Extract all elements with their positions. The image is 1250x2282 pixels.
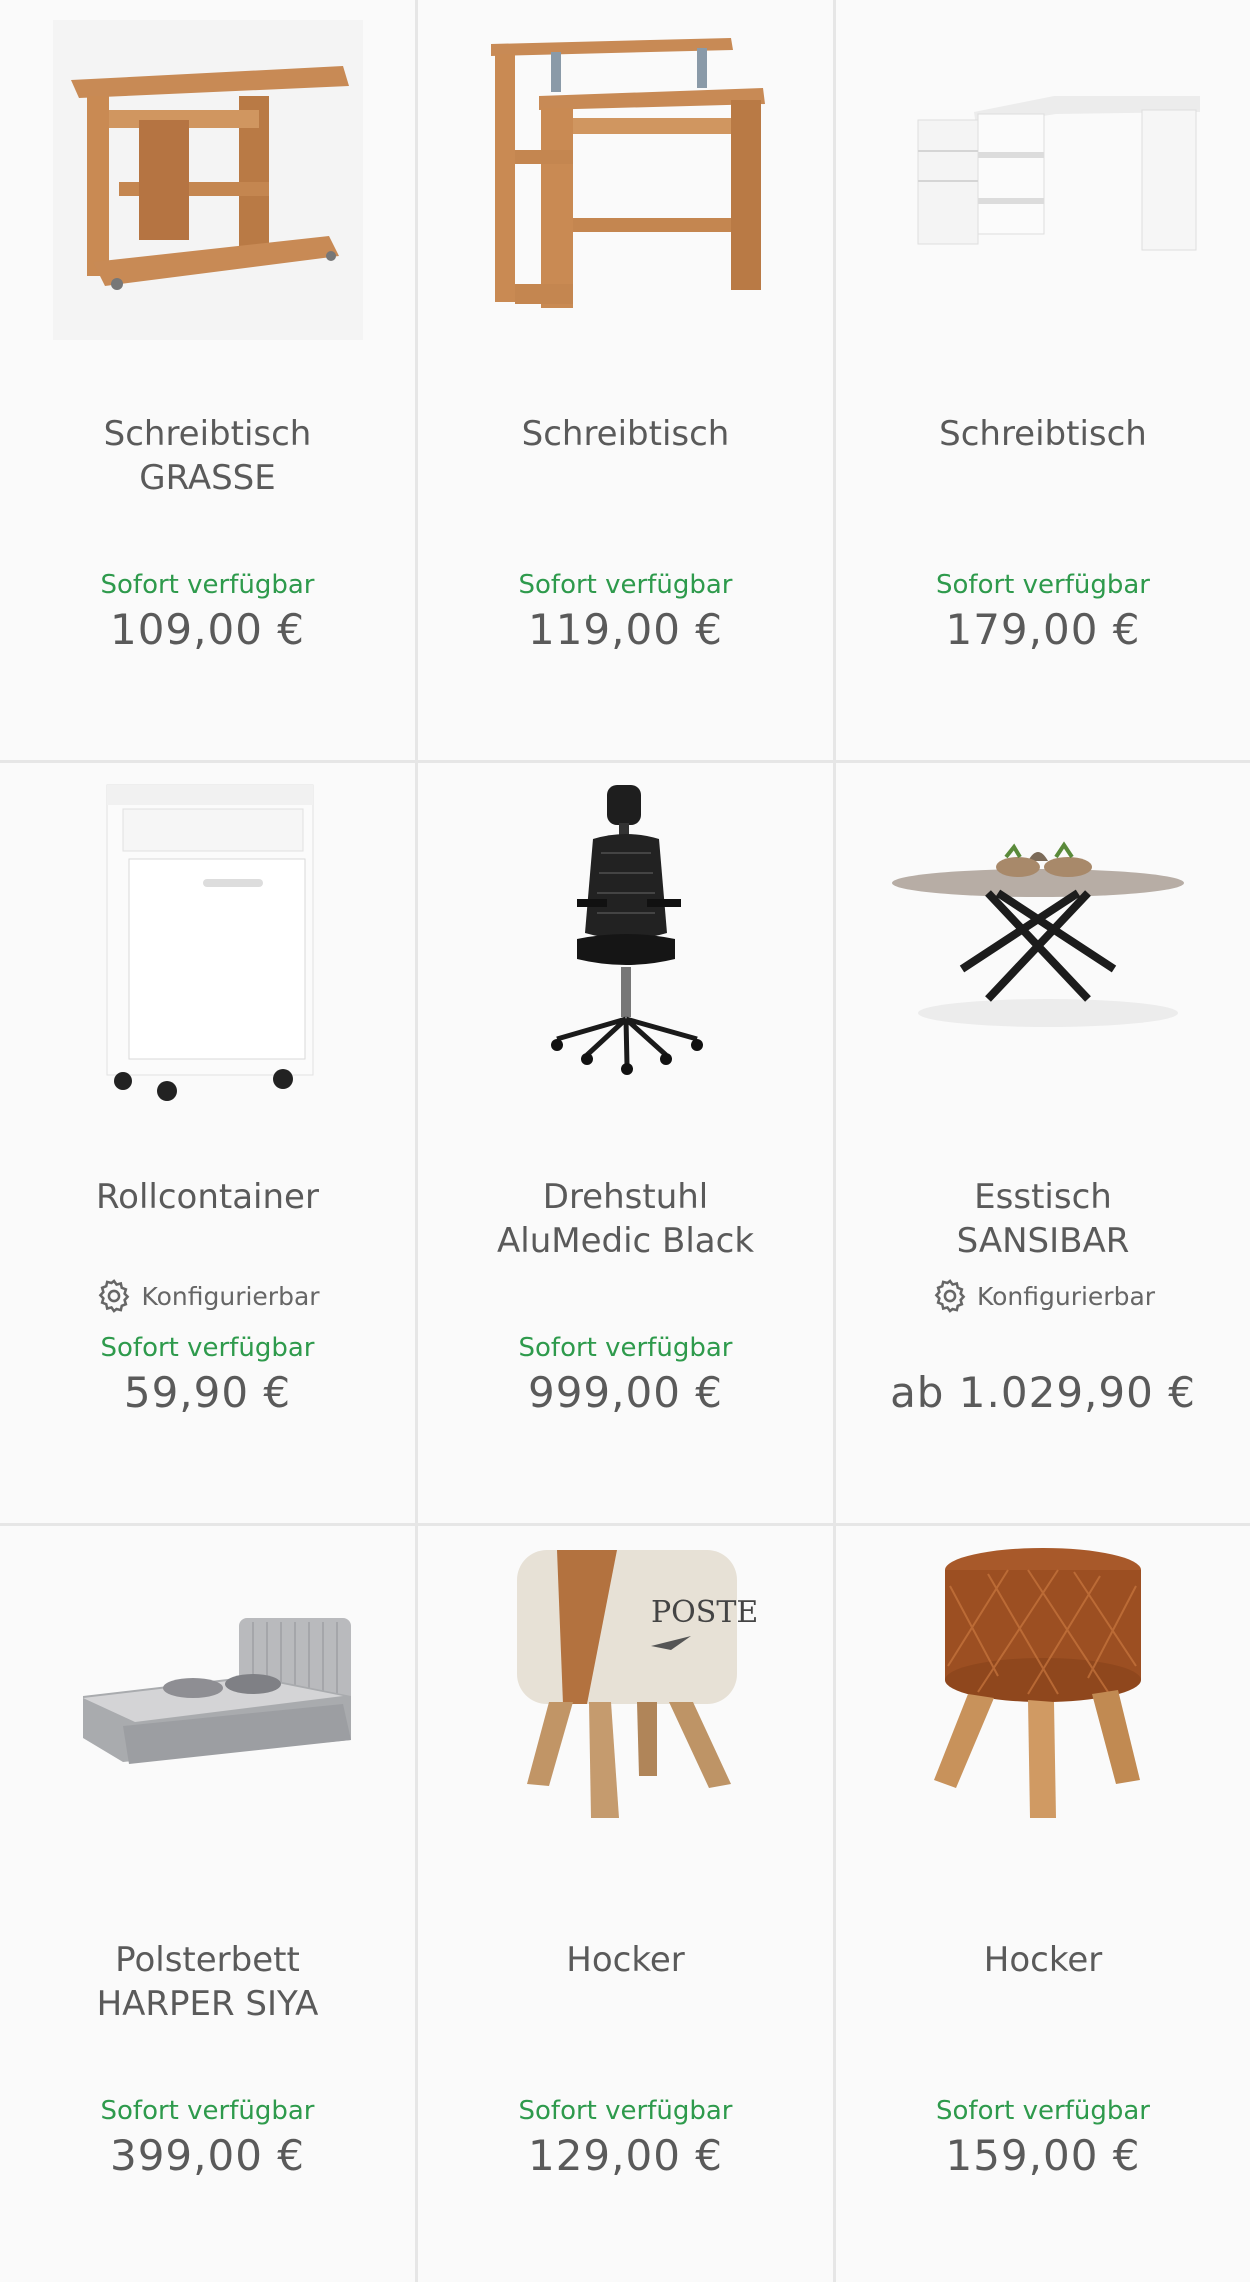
product-title-line2: GRASSE: [139, 458, 276, 498]
product-image[interactable]: [836, 1526, 1250, 1886]
product-title[interactable]: Schreibtisch: [418, 412, 833, 456]
stool-image: POSTE: [516, 1550, 758, 1818]
product-image[interactable]: [418, 0, 833, 360]
product-title[interactable]: Esstisch SANSIBAR: [836, 1175, 1250, 1263]
product-title[interactable]: Rollcontainer: [0, 1175, 415, 1219]
product-image[interactable]: [836, 763, 1250, 1123]
product-price: 399,00 €: [109, 2131, 306, 2180]
gear-icon: [99, 1279, 130, 1313]
office-chair-image: [550, 785, 703, 1075]
product-grid: Schreibtisch GRASSE Sofort verfügbar 109…: [0, 0, 1250, 2282]
product-price: 119,00 €: [527, 605, 724, 654]
product-title[interactable]: Polsterbett HARPER SIYA: [0, 1938, 415, 2026]
product-title-line2: HARPER SIYA: [96, 1984, 319, 2024]
product-title[interactable]: Schreibtisch GRASSE: [0, 412, 415, 500]
product-card[interactable]: Schreibtisch Sofort verfügbar 119,00 €: [418, 0, 836, 763]
product-title-line1: Polsterbett: [115, 1940, 300, 1980]
availability-status: Sofort verfügbar: [100, 1333, 315, 1363]
product-price: 999,00 €: [527, 1368, 724, 1417]
product-price: 109,00 €: [109, 605, 306, 654]
product-price: ab 1.029,90 €: [890, 1368, 1196, 1417]
availability-status: Sofort verfügbar: [518, 2096, 733, 2126]
availability-status: Sofort verfügbar: [100, 570, 315, 600]
product-image[interactable]: [0, 763, 415, 1123]
product-title-line1: Rollcontainer: [96, 1177, 319, 1217]
product-title-line1: Schreibtisch: [939, 414, 1147, 454]
product-price: 59,90 €: [123, 1368, 292, 1417]
product-card[interactable]: Rollcontainer Konfigurierbar Sofort verf…: [0, 763, 418, 1526]
product-card[interactable]: POSTE Hocker Sofort verfügbar 129,00 €: [418, 1526, 836, 2282]
configurable-label: Konfigurierbar: [976, 1281, 1156, 1311]
availability-status: Sofort verfügbar: [936, 570, 1150, 600]
product-price: 159,00 €: [945, 2131, 1141, 2180]
product-image[interactable]: [836, 0, 1250, 360]
product-card[interactable]: Drehstuhl AluMedic Black Sofort verfügba…: [418, 763, 836, 1526]
product-card[interactable]: Hocker Sofort verfügbar 159,00 €: [836, 1526, 1250, 2282]
product-card[interactable]: Esstisch SANSIBAR Konfigurierbar ab 1.02…: [836, 763, 1250, 1526]
gear-icon: [934, 1279, 966, 1313]
availability-status: Sofort verfügbar: [100, 2096, 315, 2126]
product-title[interactable]: Drehstuhl AluMedic Black: [418, 1175, 833, 1263]
product-price: 179,00 €: [945, 605, 1141, 654]
roll-container-image: [106, 784, 313, 1101]
product-title-line1: Schreibtisch: [521, 414, 730, 454]
product-card[interactable]: Polsterbett HARPER SIYA Sofort verfügbar…: [0, 1526, 418, 2282]
product-title-line1: Hocker: [983, 1940, 1103, 1980]
product-title-line2: AluMedic Black: [496, 1221, 755, 1261]
availability-status: Sofort verfügbar: [936, 2096, 1150, 2126]
product-title-line2: SANSIBAR: [956, 1221, 1130, 1261]
product-card[interactable]: Schreibtisch Sofort verfügbar 179,00 €: [836, 0, 1250, 763]
product-title-line1: Esstisch: [974, 1177, 1112, 1217]
dining-table-image: [892, 841, 1184, 1027]
product-title-line1: Drehstuhl: [542, 1177, 709, 1217]
product-title-line1: Hocker: [566, 1940, 685, 1980]
configurable-badge: Konfigurierbar: [0, 1277, 415, 1315]
desk-image: [52, 20, 363, 340]
stool-image: [934, 1548, 1141, 1818]
product-image[interactable]: POSTE: [418, 1526, 833, 1886]
configurable-label: Konfigurierbar: [141, 1281, 320, 1311]
configurable-badge: Konfigurierbar: [836, 1277, 1250, 1315]
availability-status: Sofort verfügbar: [518, 570, 733, 600]
product-image[interactable]: [0, 0, 415, 360]
product-title-line1: Schreibtisch: [103, 414, 312, 454]
product-title[interactable]: Schreibtisch: [836, 412, 1250, 456]
product-title[interactable]: Hocker: [418, 1938, 833, 1982]
availability-status: Sofort verfügbar: [518, 1333, 733, 1363]
upholstered-bed-image: [82, 1618, 351, 1764]
product-image[interactable]: [418, 763, 833, 1123]
product-image[interactable]: [0, 1526, 415, 1886]
corner-desk-image: [917, 96, 1200, 251]
product-price: 129,00 €: [527, 2131, 724, 2180]
desk-image: [490, 38, 765, 308]
svg-text:POSTE: POSTE: [651, 1595, 758, 1630]
product-title[interactable]: Hocker: [836, 1938, 1250, 1982]
product-card[interactable]: Schreibtisch GRASSE Sofort verfügbar 109…: [0, 0, 418, 763]
